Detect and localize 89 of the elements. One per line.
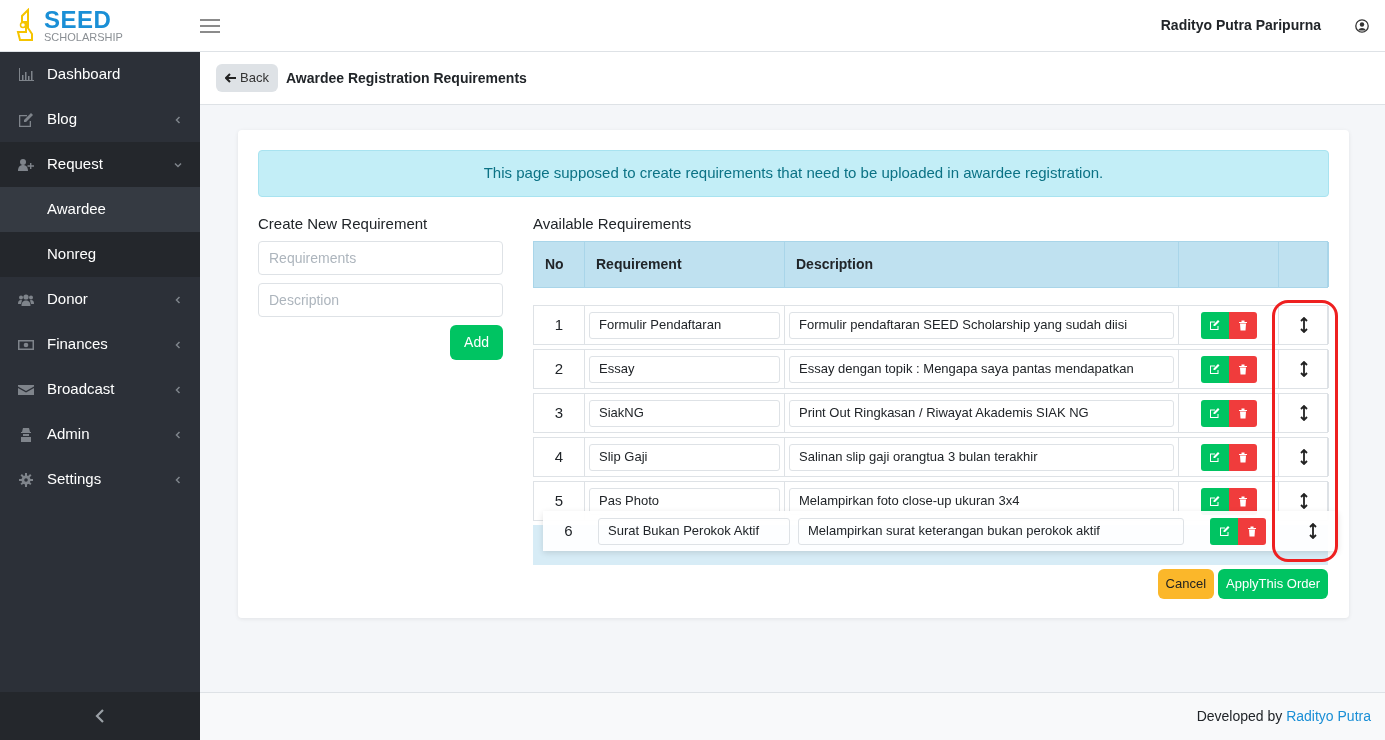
delete-button[interactable] <box>1228 311 1257 339</box>
bar-chart-icon <box>18 67 34 82</box>
sidebar-item[interactable]: Blog <box>0 97 200 142</box>
sidebar-item[interactable]: Request <box>0 142 200 187</box>
sidebar-item[interactable]: Settings <box>0 457 200 502</box>
cancel-button[interactable]: Cancel <box>1157 569 1215 599</box>
description-field: Essay dengan topik : Mengapa saya pantas mendapatkan <box>789 355 1174 383</box>
delete-button[interactable] <box>1228 443 1257 471</box>
column-header: Requirement <box>596 255 682 274</box>
drag-handle-icon[interactable] <box>1299 493 1308 509</box>
user-avatar-icon[interactable] <box>1355 18 1369 33</box>
sidebar-item[interactable]: Finances <box>0 322 200 367</box>
edit-button[interactable] <box>1200 399 1229 427</box>
delete-button[interactable] <box>1228 355 1257 383</box>
sidebar-subitem[interactable]: Awardee <box>0 187 200 232</box>
trash-icon <box>1237 319 1248 331</box>
requirement-field: Formulir Pendaftaran <box>589 311 780 339</box>
chevron-left-icon <box>174 115 182 124</box>
edit-icon <box>1209 320 1220 330</box>
sidebar-subitem[interactable]: Nonreg <box>0 232 200 277</box>
arrow-left-icon <box>225 73 236 83</box>
row-number: 6 <box>564 520 573 541</box>
column-header: No <box>545 255 564 274</box>
trash-icon <box>1237 407 1248 419</box>
edit-icon <box>18 112 34 127</box>
chevron-left-icon <box>174 430 182 439</box>
trash-icon <box>1237 495 1248 507</box>
requirement-field: SiakNG <box>589 399 780 427</box>
chevron-left-icon <box>174 340 182 349</box>
chevron-left-icon <box>174 475 182 484</box>
form-title: Create New Requirement <box>258 213 429 234</box>
edit-button[interactable] <box>1210 517 1238 545</box>
drag-handle-icon[interactable] <box>1309 523 1317 539</box>
edit-icon <box>1209 408 1220 418</box>
brand-tagline: SCHOLARSHIP <box>44 32 123 43</box>
table-title: Available Requirements <box>533 213 693 234</box>
edit-icon <box>1218 526 1230 536</box>
footer-text: Developed by <box>1196 707 1283 726</box>
description-field: Melampirkan surat keterangan bukan perokok aktif <box>798 517 1184 545</box>
row-number: 3 <box>554 402 564 423</box>
logo-icon <box>16 7 36 44</box>
user-secret-icon <box>18 427 34 442</box>
sidebar-item[interactable]: Admin <box>0 412 200 457</box>
chevron-left-icon[interactable] <box>95 709 105 723</box>
requirement-field: Essay <box>589 355 780 383</box>
info-alert: This page supposed to create requirements that need to be uploaded in awardee registration. <box>258 150 1329 197</box>
row-number: 4 <box>554 446 564 467</box>
edit-button[interactable] <box>1200 443 1229 471</box>
trash-icon <box>1247 525 1257 537</box>
requirement-field: Slip Gaji <box>589 443 780 471</box>
back-button[interactable]: Back <box>216 64 278 92</box>
chevron-left-icon <box>174 295 182 304</box>
user-name: Radityo Putra Paripurna <box>1160 16 1321 35</box>
sidebar-item[interactable]: Broadcast <box>0 367 200 412</box>
row-number: 5 <box>554 490 564 511</box>
sidebar-item[interactable]: Dashboard <box>0 52 200 97</box>
edit-button[interactable] <box>1200 311 1229 339</box>
edit-icon <box>1209 364 1220 374</box>
drag-handle-icon[interactable] <box>1299 361 1308 377</box>
money-icon <box>18 337 34 352</box>
column-header: Description <box>796 255 873 274</box>
description-field: Formulir pendaftaran SEED Scholarship yang sudah diisi <box>789 311 1174 339</box>
row-number: 2 <box>554 358 564 379</box>
delete-button[interactable] <box>1238 517 1266 545</box>
requirement-field: Surat Bukan Perokok Aktif <box>598 517 790 545</box>
chevron-left-icon <box>174 385 182 394</box>
page-title: Awardee Registration Requirements <box>285 68 527 88</box>
edit-button[interactable] <box>1200 355 1229 383</box>
drag-handle-icon[interactable] <box>1299 317 1308 333</box>
trash-icon <box>1237 363 1248 375</box>
drag-handle-icon[interactable] <box>1299 449 1308 465</box>
requirement-input[interactable]: Requirements <box>258 241 503 275</box>
brand-name: SEED <box>44 8 113 32</box>
trash-icon <box>1237 451 1248 463</box>
description-field: Salinan slip gaji orangtua 3 bulan terakhir <box>789 443 1174 471</box>
gear-icon <box>18 472 34 487</box>
description-field: Print Out Ringkasan / Riwayat Akademis SIAK NG <box>789 399 1174 427</box>
users-icon <box>18 292 34 307</box>
delete-button[interactable] <box>1228 399 1257 427</box>
edit-icon <box>1209 452 1220 462</box>
user-plus-icon <box>18 157 34 172</box>
drag-handle-icon[interactable] <box>1299 405 1308 421</box>
menu-icon[interactable] <box>200 17 220 34</box>
description-input[interactable]: Description <box>258 283 503 317</box>
row-number: 1 <box>554 314 564 335</box>
sidebar-item[interactable]: Donor <box>0 277 200 322</box>
envelope-icon <box>18 382 34 397</box>
edit-icon <box>1209 496 1220 506</box>
chevron-down-icon <box>174 160 182 169</box>
